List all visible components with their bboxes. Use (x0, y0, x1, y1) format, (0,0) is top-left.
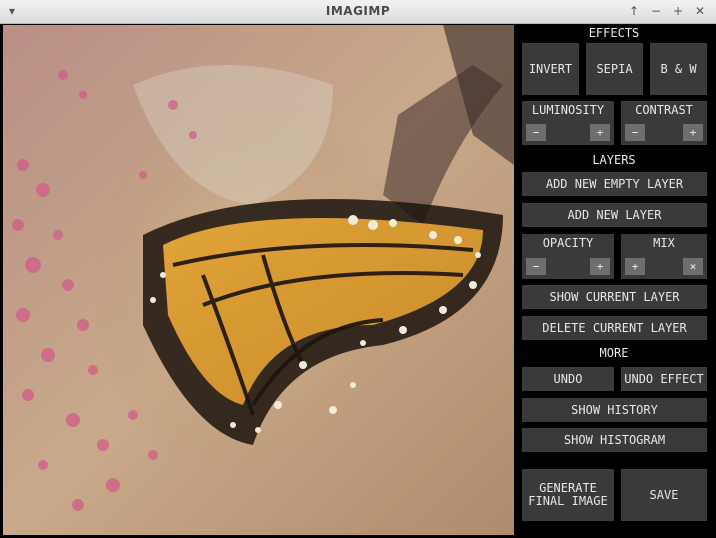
window-title: IMAGIMP (325, 4, 391, 18)
luminosity-decrease-button[interactable]: − (526, 124, 546, 141)
generate-final-image-button[interactable]: GENERATE FINAL IMAGE (522, 469, 614, 521)
delete-current-layer-button[interactable]: DELETE CURRENT LAYER (522, 316, 707, 340)
opacity-decrease-button[interactable]: − (526, 258, 546, 275)
show-current-layer-button[interactable]: SHOW CURRENT LAYER (522, 285, 707, 309)
image-canvas[interactable] (3, 25, 514, 535)
show-history-button[interactable]: SHOW HISTORY (522, 398, 707, 422)
mix-label: MIX (653, 236, 675, 250)
opacity-label: OPACITY (542, 236, 594, 250)
effects-header: EFFECTS (588, 26, 640, 40)
contrast-increase-button[interactable]: + (683, 124, 703, 141)
add-new-empty-layer-button[interactable]: ADD NEW EMPTY LAYER (522, 172, 707, 196)
add-new-layer-button[interactable]: ADD NEW LAYER (522, 203, 707, 227)
undo-effect-button[interactable]: UNDO EFFECT (621, 367, 707, 391)
opacity-increase-button[interactable]: + (590, 258, 610, 275)
title-bar: ▾ IMAGIMP ↑ − + ✕ (0, 0, 716, 24)
undo-button[interactable]: UNDO (522, 367, 614, 391)
close-icon[interactable]: ✕ (692, 3, 708, 19)
luminosity-control: LUMINOSITY − + (522, 101, 614, 145)
save-button[interactable]: SAVE (621, 469, 707, 521)
mix-add-button[interactable]: + (625, 258, 645, 275)
layers-header: LAYERS (592, 153, 636, 167)
contrast-decrease-button[interactable]: − (625, 124, 645, 141)
luminosity-label: LUMINOSITY (531, 103, 605, 117)
opacity-control: OPACITY − + (522, 234, 614, 279)
contrast-control: CONTRAST − + (621, 101, 707, 145)
keep-above-icon[interactable]: ↑ (626, 3, 642, 19)
contrast-label: CONTRAST (635, 103, 693, 117)
invert-button[interactable]: INVERT (522, 43, 579, 95)
generate-label-line2: FINAL IMAGE (528, 494, 608, 508)
mix-multiply-button[interactable]: × (683, 258, 703, 275)
sepia-button[interactable]: SEPIA (586, 43, 643, 95)
show-histogram-button[interactable]: SHOW HISTOGRAM (522, 428, 707, 452)
app-window: ▾ IMAGIMP ↑ − + ✕ EFFECTS INVERT SEPIA B… (0, 0, 716, 538)
minimize-icon[interactable]: − (648, 3, 664, 19)
maximize-icon[interactable]: + (670, 3, 686, 19)
tools-panel: EFFECTS INVERT SEPIA B & W LUMINOSITY − … (515, 25, 713, 535)
black-and-white-button[interactable]: B & W (650, 43, 707, 95)
luminosity-increase-button[interactable]: + (590, 124, 610, 141)
more-header: MORE (599, 346, 629, 360)
blended-image (3, 25, 514, 535)
mix-control: MIX + × (621, 234, 707, 279)
